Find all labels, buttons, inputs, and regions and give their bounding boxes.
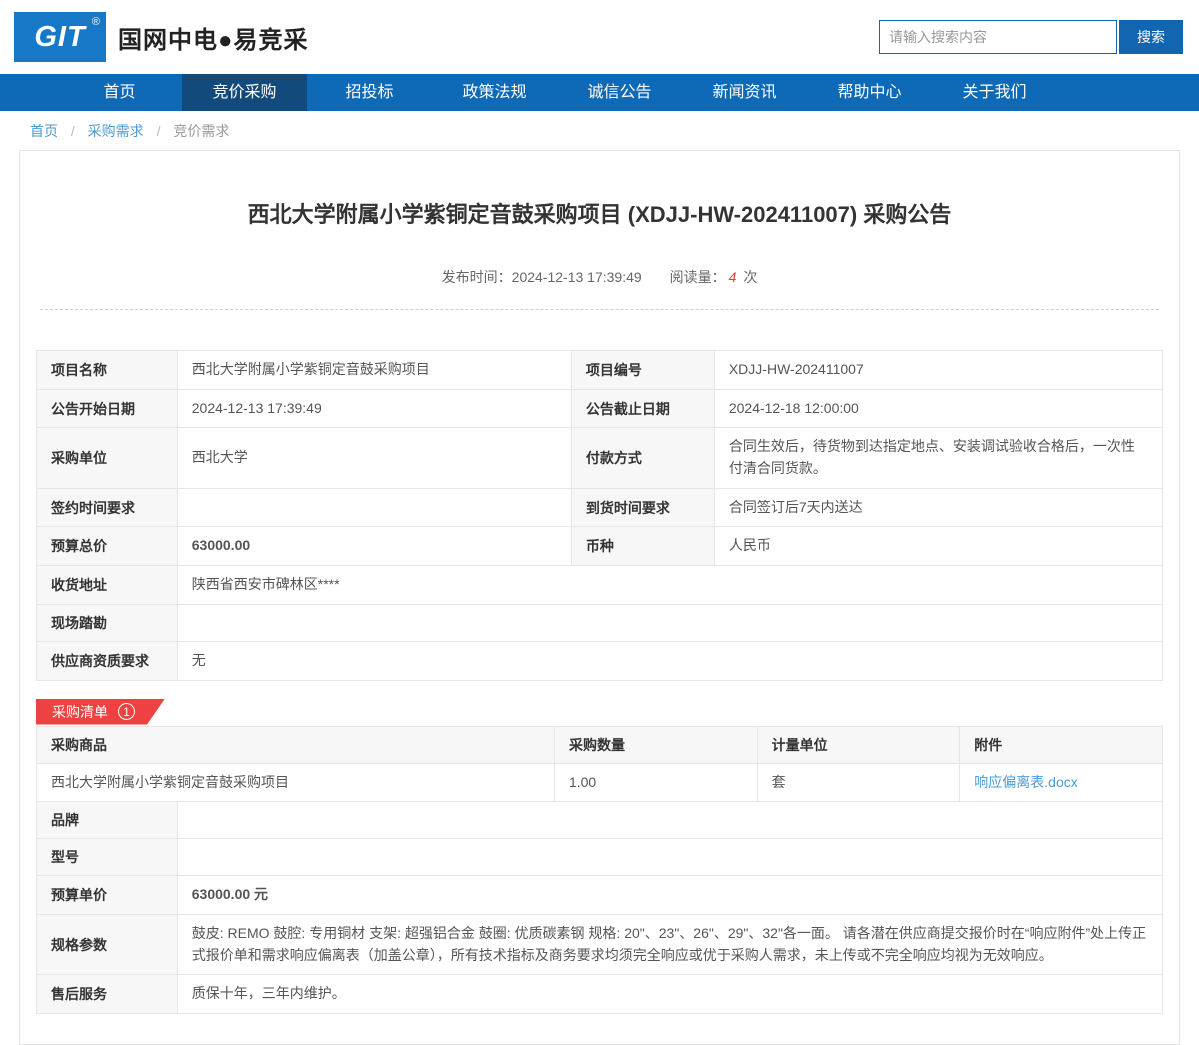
breadcrumb-current: 竞价需求 xyxy=(173,123,229,139)
purchase-list-badge: 采购清单 1 xyxy=(36,699,165,725)
after-sales-value: 质保十年，三年内维护。 xyxy=(177,975,1162,1014)
field-label: 供应商资质要求 xyxy=(37,641,178,680)
field-value: 合同生效后，待货物到达指定地点、安装调试验收合格后，一次性付清合同货款。 xyxy=(714,428,1162,488)
table-row: 收货地址 陕西省西安市碑林区**** xyxy=(37,566,1163,605)
breadcrumb-home[interactable]: 首页 xyxy=(30,123,58,139)
table-row: 品牌 xyxy=(37,802,1163,839)
item-unit: 套 xyxy=(757,763,960,802)
field-value: 无 xyxy=(177,641,1162,680)
field-value xyxy=(177,839,1162,876)
git-logo: GIT ® xyxy=(14,12,106,62)
dashed-divider xyxy=(40,309,1159,310)
notice-card: 西北大学附属小学紫铜定音鼓采购项目 (XDJJ-HW-202411007) 采购… xyxy=(19,150,1180,1045)
field-value xyxy=(177,802,1162,839)
publish-time-value: 2024-12-13 17:39:49 xyxy=(512,269,642,285)
field-label: 付款方式 xyxy=(571,428,714,488)
field-value: 2024-12-13 17:39:49 xyxy=(177,389,571,428)
field-value: 陕西省西安市碑林区**** xyxy=(177,566,1162,605)
field-value: XDJJ-HW-202411007 xyxy=(714,351,1162,390)
field-label: 收货地址 xyxy=(37,566,178,605)
field-label: 到货时间要求 xyxy=(571,488,714,527)
table-row: 售后服务 质保十年，三年内维护。 xyxy=(37,975,1163,1014)
field-label: 售后服务 xyxy=(37,975,178,1014)
table-row: 型号 xyxy=(37,839,1163,876)
search-input[interactable] xyxy=(879,20,1117,54)
table-row: 项目名称 西北大学附属小学紫铜定音鼓采购项目 项目编号 XDJJ-HW-2024… xyxy=(37,351,1163,390)
logo-text: GIT xyxy=(34,21,85,54)
table-row: 采购单位 西北大学 付款方式 合同生效后，待货物到达指定地点、安装调试验收合格后… xyxy=(37,428,1163,488)
views-count: 4 xyxy=(729,269,737,285)
field-value: 西北大学 xyxy=(177,428,571,488)
field-label: 预算单价 xyxy=(37,876,178,915)
field-value: 2024-12-18 12:00:00 xyxy=(714,389,1162,428)
purchase-list-section: 采购清单 1 xyxy=(36,699,1163,725)
top-bar: GIT ® 国网中电●易竞采 搜索 xyxy=(0,0,1199,74)
field-label: 签约时间要求 xyxy=(37,488,178,527)
notice-meta: 发布时间：2024-12-13 17:39:49 阅读量：4 次 xyxy=(36,267,1163,287)
field-label: 公告开始日期 xyxy=(37,389,178,428)
field-label: 型号 xyxy=(37,839,178,876)
breadcrumb: 首页 / 采购需求 / 竞价需求 xyxy=(0,111,1199,150)
table-row: 现场踏勘 xyxy=(37,604,1163,641)
views-label: 阅读量： xyxy=(670,269,726,285)
field-label: 公告截止日期 xyxy=(571,389,714,428)
search-box: 搜索 xyxy=(879,20,1183,54)
field-value xyxy=(177,604,1162,641)
field-value xyxy=(177,488,571,527)
field-label: 项目名称 xyxy=(37,351,178,390)
search-button[interactable]: 搜索 xyxy=(1119,20,1183,54)
nav-item-help-center[interactable]: 帮助中心 xyxy=(807,74,932,111)
budget-unit-price-value: 63000.00 元 xyxy=(177,876,1162,915)
table-row: 规格参数 鼓皮: REMO 鼓腔: 专用铜材 支架: 超强铝合金 鼓圈: 优质碳… xyxy=(37,914,1163,974)
item-name: 西北大学附属小学紫铜定音鼓采购项目 xyxy=(37,763,555,802)
table-header-row: 采购商品 采购数量 计量单位 附件 xyxy=(37,726,1163,763)
nav-item-policies[interactable]: 政策法规 xyxy=(432,74,557,111)
main-nav: 首页 竞价采购 招投标 政策法规 诚信公告 新闻资讯 帮助中心 关于我们 xyxy=(0,74,1199,111)
table-row: 签约时间要求 到货时间要求 合同签订后7天内送达 xyxy=(37,488,1163,527)
item-detail-table: 品牌 型号 预算单价 63000.00 元 规格参数 鼓皮: REMO 鼓腔: … xyxy=(36,801,1163,1014)
field-label: 项目编号 xyxy=(571,351,714,390)
views-unit: 次 xyxy=(743,269,757,285)
table-row: 预算总价 63000.00 币种 人民币 xyxy=(37,527,1163,566)
nav-item-news[interactable]: 新闻资讯 xyxy=(682,74,807,111)
purchase-list-table: 采购商品 采购数量 计量单位 附件 西北大学附属小学紫铜定音鼓采购项目 1.00… xyxy=(36,726,1163,803)
publish-time-label: 发布时间： xyxy=(442,269,512,285)
field-label: 品牌 xyxy=(37,802,178,839)
budget-total-value: 63000.00 xyxy=(177,527,571,566)
breadcrumb-separator: / xyxy=(71,123,75,139)
field-label: 现场踏勘 xyxy=(37,604,178,641)
column-header: 附件 xyxy=(960,726,1163,763)
table-row: 供应商资质要求 无 xyxy=(37,641,1163,680)
table-row: 公告开始日期 2024-12-13 17:39:49 公告截止日期 2024-1… xyxy=(37,389,1163,428)
nav-item-tenders[interactable]: 招投标 xyxy=(307,74,432,111)
field-value: 合同签订后7天内送达 xyxy=(714,488,1162,527)
nav-item-home[interactable]: 首页 xyxy=(57,74,182,111)
column-header: 计量单位 xyxy=(757,726,960,763)
column-header: 采购数量 xyxy=(554,726,757,763)
spec-params-value: 鼓皮: REMO 鼓腔: 专用铜材 支架: 超强铝合金 鼓圈: 优质碳素钢 规格… xyxy=(177,914,1162,974)
registered-mark-icon: ® xyxy=(92,16,101,28)
field-label: 预算总价 xyxy=(37,527,178,566)
nav-item-bidding-purchase[interactable]: 竞价采购 xyxy=(182,74,307,111)
field-label: 采购单位 xyxy=(37,428,178,488)
breadcrumb-purchase-demand[interactable]: 采购需求 xyxy=(88,123,144,139)
nav-item-integrity-notices[interactable]: 诚信公告 xyxy=(557,74,682,111)
field-value: 西北大学附属小学紫铜定音鼓采购项目 xyxy=(177,351,571,390)
breadcrumb-separator: / xyxy=(157,123,161,139)
item-qty: 1.00 xyxy=(554,763,757,802)
attachment-link[interactable]: 响应偏离表.docx xyxy=(974,774,1077,790)
page-title: 西北大学附属小学紫铜定音鼓采购项目 (XDJJ-HW-202411007) 采购… xyxy=(36,197,1163,229)
badge-count: 1 xyxy=(118,703,135,720)
field-label: 规格参数 xyxy=(37,914,178,974)
field-value: 人民币 xyxy=(714,527,1162,566)
field-label: 币种 xyxy=(571,527,714,566)
project-info-table: 项目名称 西北大学附属小学紫铜定音鼓采购项目 项目编号 XDJJ-HW-2024… xyxy=(36,350,1163,681)
table-row: 预算单价 63000.00 元 xyxy=(37,876,1163,915)
site-title: 国网中电●易竞采 xyxy=(118,20,309,55)
column-header: 采购商品 xyxy=(37,726,555,763)
table-row: 西北大学附属小学紫铜定音鼓采购项目 1.00 套 响应偏离表.docx xyxy=(37,763,1163,802)
badge-label: 采购清单 xyxy=(52,704,108,720)
nav-item-about-us[interactable]: 关于我们 xyxy=(932,74,1057,111)
